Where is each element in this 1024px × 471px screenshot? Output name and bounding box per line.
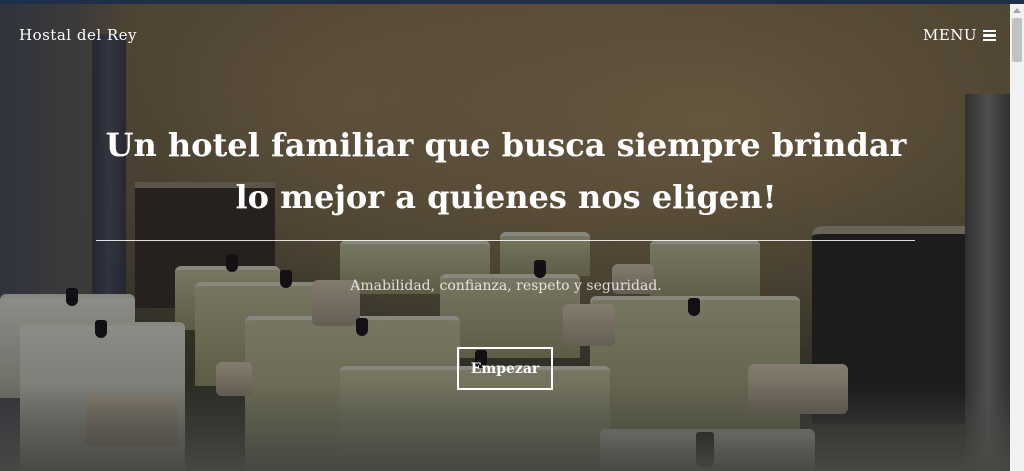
scroll-thumb[interactable] <box>1012 18 1022 62</box>
scroll-up-arrow-icon[interactable] <box>1013 8 1021 13</box>
hero-subtitle: Amabilidad, confianza, respeto y segurid… <box>350 278 662 294</box>
brand-link[interactable]: Hostal del Rey <box>19 26 137 44</box>
hamburger-icon <box>983 29 997 41</box>
scrollbar[interactable] <box>1010 4 1024 471</box>
hero-title: Un hotel familiar que busca siempre brin… <box>105 126 907 216</box>
start-button[interactable]: Empezar <box>457 347 553 390</box>
hero-section: Hostal del Rey MENU Un hotel familiar qu… <box>0 4 1010 471</box>
menu-button[interactable]: MENU <box>923 26 997 44</box>
menu-label: MENU <box>923 26 978 44</box>
hero-divider <box>96 240 915 241</box>
hero-overlay <box>0 4 1010 471</box>
